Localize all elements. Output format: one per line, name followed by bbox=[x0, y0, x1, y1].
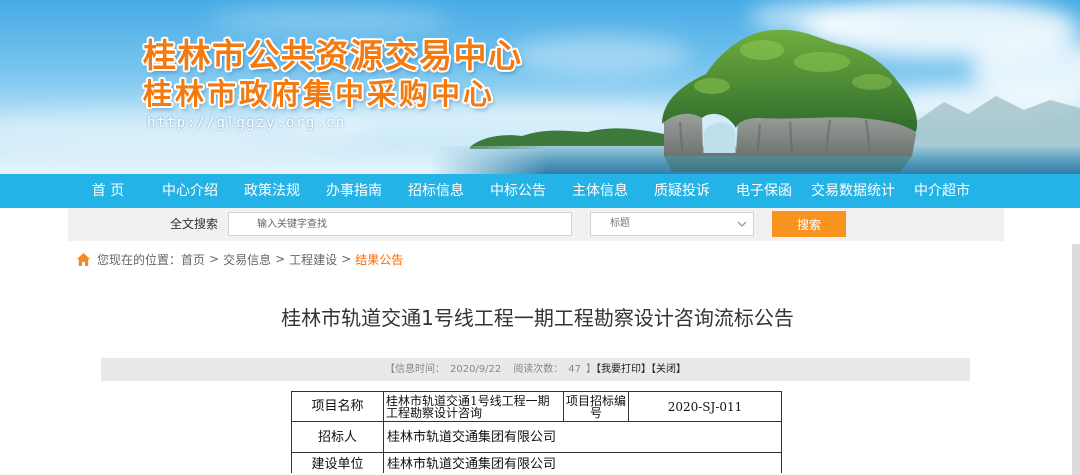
search-input[interactable] bbox=[228, 212, 572, 236]
table-row: 项目名称 桂林市轨道交通1号线工程一期工程勘察设计咨询 项目招标编号 2020-… bbox=[291, 391, 782, 422]
publish-time: 2020/9/22 bbox=[449, 364, 502, 375]
search-field-value: 标题 bbox=[610, 218, 630, 229]
builder-value: 桂林市轨道交通集团有限公司 bbox=[383, 452, 782, 473]
tenderer-value: 桂林市轨道交通集团有限公司 bbox=[383, 421, 782, 453]
breadcrumb-separator: > bbox=[209, 252, 220, 266]
vertical-scrollbar[interactable] bbox=[1072, 244, 1080, 475]
canopy-highlight bbox=[794, 52, 850, 72]
breadcrumb-result-notices[interactable]: 结果公告 bbox=[355, 251, 403, 268]
read-count: 47 bbox=[568, 364, 581, 375]
nav-item-tender-info[interactable]: 招标信息 bbox=[395, 174, 477, 208]
close-link[interactable]: 【关闭】 bbox=[651, 364, 686, 375]
row-label: 项目名称 bbox=[291, 391, 384, 422]
canopy-highlight bbox=[852, 74, 892, 90]
home-icon bbox=[76, 252, 91, 266]
article-title: 桂林市轨道交通1号线工程一期工程勘察设计咨询流标公告 bbox=[281, 306, 794, 330]
breadcrumb-construction[interactable]: 工程建设 bbox=[289, 251, 337, 268]
search-field-select[interactable]: 标题 bbox=[590, 212, 754, 236]
nav-item-about[interactable]: 中心介绍 bbox=[149, 174, 231, 208]
nav-item-complaints[interactable]: 质疑投诉 bbox=[641, 174, 723, 208]
search-label: 全文搜索 bbox=[170, 217, 219, 231]
chevron-down-icon bbox=[737, 221, 747, 227]
print-link[interactable]: 【我要打印】 bbox=[596, 364, 651, 375]
row-label: 招标人 bbox=[291, 421, 384, 453]
nav-item-home[interactable]: 首 页 bbox=[67, 174, 149, 208]
site-banner: 桂林市公共资源交易中心 桂林市政府集中采购中心 http://glggzy.or… bbox=[0, 0, 1080, 174]
nav-item-statistics[interactable]: 交易数据统计 bbox=[805, 174, 901, 208]
hill-reflection bbox=[664, 156, 912, 172]
nav-item-entity-info[interactable]: 主体信息 bbox=[559, 174, 641, 208]
table-row: 建设单位 桂林市轨道交通集团有限公司 bbox=[291, 452, 782, 473]
nav-item-guide[interactable]: 办事指南 bbox=[313, 174, 395, 208]
search-panel: 全文搜索 标题 搜索 bbox=[68, 208, 1004, 241]
breadcrumb-separator: > bbox=[341, 252, 352, 266]
project-name-value: 桂林市轨道交通1号线工程一期工程勘察设计咨询 bbox=[383, 391, 564, 422]
article-meta-bar: 【信息时间： 2020/9/22 阅读次数： 47 】【我要打印】【关闭】 bbox=[101, 358, 970, 381]
nav-item-award-notices[interactable]: 中标公告 bbox=[477, 174, 559, 208]
publish-time-label: 【信息时间： bbox=[384, 364, 445, 375]
table-row: 招标人 桂林市轨道交通集团有限公司 bbox=[291, 421, 782, 453]
hill-arch-opening bbox=[704, 122, 735, 153]
row-label: 项目招标编号 bbox=[563, 391, 629, 422]
banner-subtitle: 桂林市政府集中采购中心 bbox=[143, 77, 496, 111]
main-nav: 首 页 中心介绍 政策法规 办事指南 招标信息 中标公告 主体信息 质疑投诉 电… bbox=[0, 174, 1080, 208]
nav-list: 首 页 中心介绍 政策法规 办事指南 招标信息 中标公告 主体信息 质疑投诉 电… bbox=[67, 174, 983, 208]
canopy-highlight bbox=[694, 78, 730, 94]
cloud bbox=[210, 6, 450, 34]
breadcrumb-home[interactable]: 首页 bbox=[181, 251, 205, 268]
canopy-highlight bbox=[740, 40, 784, 60]
breadcrumb-trading-info[interactable]: 交易信息 bbox=[223, 251, 271, 268]
breadcrumb: 您现在的位置： 首页 > 交易信息 > 工程建设 > 结果公告 bbox=[76, 251, 403, 267]
meta-close-bracket: 】 bbox=[586, 364, 596, 375]
nav-item-policies[interactable]: 政策法规 bbox=[231, 174, 313, 208]
cloud bbox=[750, 2, 890, 34]
row-label: 建设单位 bbox=[291, 452, 384, 473]
nav-item-agency-market[interactable]: 中介超市 bbox=[901, 174, 983, 208]
tender-number-value: 2020-SJ-011 bbox=[628, 391, 782, 422]
breadcrumb-prefix: 您现在的位置： bbox=[97, 252, 182, 267]
cloud bbox=[510, 35, 690, 75]
project-info-table: 项目名称 桂林市轨道交通1号线工程一期工程勘察设计咨询 项目招标编号 2020-… bbox=[291, 391, 782, 473]
banner-title: 桂林市公共资源交易中心 bbox=[143, 36, 523, 75]
breadcrumb-separator: > bbox=[275, 252, 286, 266]
banner-url: http://glggzy.org.cn bbox=[147, 115, 346, 131]
read-count-label: 阅读次数： bbox=[513, 364, 564, 375]
nav-item-e-guarantee[interactable]: 电子保函 bbox=[723, 174, 805, 208]
search-button[interactable]: 搜索 bbox=[772, 211, 846, 237]
page: 桂林市公共资源交易中心 桂林市政府集中采购中心 http://glggzy.or… bbox=[0, 0, 1080, 475]
